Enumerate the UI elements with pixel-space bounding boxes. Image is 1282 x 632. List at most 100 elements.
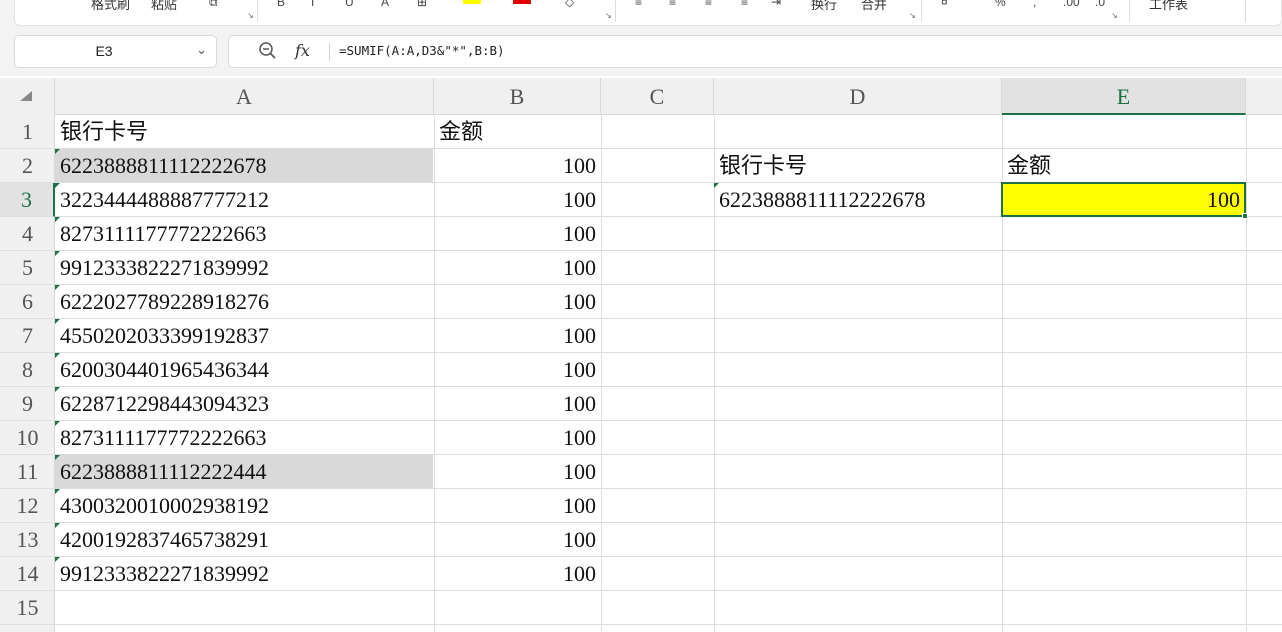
worksheet-label[interactable]: 工作表 (1149, 0, 1188, 13)
clipboard-launcher-icon[interactable]: ↘ (247, 12, 254, 20)
currency-icon[interactable]: ¤ (941, 0, 948, 8)
row-header-11[interactable]: 11 (0, 455, 55, 489)
cell-value: 100 (563, 425, 596, 450)
merge-label[interactable]: 合并 (861, 0, 887, 13)
cell-a13[interactable]: 4200192837465738291 (55, 523, 433, 556)
font-launcher-icon[interactable]: ↘ (605, 12, 612, 20)
cell-b13[interactable]: 100 (434, 523, 600, 556)
column-header-b[interactable]: B (434, 78, 601, 115)
cell-value: 100 (563, 255, 596, 280)
font-color-icon[interactable] (513, 0, 531, 4)
increase-decimal-icon[interactable]: .00 (1063, 0, 1080, 8)
row-header-3[interactable]: 3 (0, 183, 55, 217)
cell-b8[interactable]: 100 (434, 353, 600, 386)
cell-value: 100 (563, 187, 596, 212)
gridline (601, 115, 602, 632)
cell-b5[interactable]: 100 (434, 251, 600, 284)
number-launcher-icon[interactable]: ↘ (1111, 12, 1118, 20)
cell-value: 100 (563, 527, 596, 552)
cell-b9[interactable]: 100 (434, 387, 600, 420)
name-box-value[interactable]: E3 (15, 43, 193, 59)
cell-value: 6223888811112222444 (60, 459, 267, 484)
cell-value: 4550202033399192837 (60, 323, 269, 348)
cell-a4[interactable]: 8273111177772222663 (55, 217, 433, 250)
cell-b14[interactable]: 100 (434, 557, 600, 590)
paste-label[interactable]: 粘贴 (151, 0, 177, 13)
cell-a10[interactable]: 8273111177772222663 (55, 421, 433, 454)
row-header-8[interactable]: 8 (0, 353, 55, 387)
cell-b10[interactable]: 100 (434, 421, 600, 454)
number-as-text-indicator-icon (714, 183, 719, 188)
cell-a1[interactable]: 银行卡号 (55, 115, 433, 148)
cell-d2[interactable]: 银行卡号 (714, 149, 1001, 182)
decrease-decimal-icon[interactable]: .0 (1095, 0, 1105, 8)
format-painter-label[interactable]: 格式刷 (91, 0, 130, 13)
cell-b4[interactable]: 100 (434, 217, 600, 250)
cell-a2[interactable]: 6223888811112222678 (55, 149, 433, 182)
cell-b2[interactable]: 100 (434, 149, 600, 182)
cell-b3[interactable]: 100 (434, 183, 600, 216)
cell-b1[interactable]: 金额 (434, 115, 600, 148)
strikethrough-icon[interactable]: A (381, 0, 389, 8)
align-top-icon[interactable]: ≡ (635, 0, 642, 8)
border-icon[interactable]: ⊞ (417, 0, 427, 8)
cell-b6[interactable]: 100 (434, 285, 600, 318)
italic-icon[interactable]: I (311, 0, 314, 8)
row-header-1[interactable]: 1 (0, 115, 55, 149)
cell-a12[interactable]: 4300320010002938192 (55, 489, 433, 522)
cell-a14[interactable]: 9912333822271839992 (55, 557, 433, 590)
row-header-10[interactable]: 10 (0, 421, 55, 455)
formula-input-area[interactable]: fx =SUMIF(A:A,D3&"*",B:B) (228, 35, 1282, 68)
cell-b11[interactable]: 100 (434, 455, 600, 488)
insert-function-icon[interactable]: fx (295, 41, 310, 60)
underline-icon[interactable]: U (345, 0, 354, 8)
row-header-14[interactable]: 14 (0, 557, 55, 591)
align-left-icon[interactable]: ≡ (741, 0, 748, 8)
row-header-13[interactable]: 13 (0, 523, 55, 557)
column-header-c[interactable]: C (601, 78, 714, 115)
row-header-9[interactable]: 9 (0, 387, 55, 421)
clear-format-icon[interactable]: ◇ (565, 0, 574, 8)
percent-icon[interactable]: % (995, 0, 1006, 8)
cell-value: 100 (563, 561, 596, 586)
cell-a9[interactable]: 6228712298443094323 (55, 387, 433, 420)
cell-a11[interactable]: 6223888811112222444 (55, 455, 433, 488)
fill-color-icon[interactable] (463, 0, 481, 4)
align-middle-icon[interactable]: ≡ (669, 0, 676, 8)
wrap-text-label[interactable]: 换行 (811, 0, 837, 13)
column-header-a[interactable]: A (55, 78, 434, 115)
cell-a6[interactable]: 6222027789228918276 (55, 285, 433, 318)
row-header-12[interactable]: 12 (0, 489, 55, 523)
cell-a5[interactable]: 9912333822271839992 (55, 251, 433, 284)
bold-icon[interactable]: B (277, 0, 285, 8)
chevron-down-icon[interactable]: ⌄ (196, 42, 207, 58)
column-header-d[interactable]: D (714, 78, 1002, 115)
select-all-button[interactable] (0, 78, 55, 115)
cell-b7[interactable]: 100 (434, 319, 600, 352)
cell-a7[interactable]: 4550202033399192837 (55, 319, 433, 352)
cell-b12[interactable]: 100 (434, 489, 600, 522)
row-header-4[interactable]: 4 (0, 217, 55, 251)
column-header-e[interactable]: E (1002, 78, 1246, 115)
row-header-7[interactable]: 7 (0, 319, 55, 353)
fill-handle[interactable] (1242, 213, 1248, 219)
row-header-5[interactable]: 5 (0, 251, 55, 285)
row-header-15[interactable]: 15 (0, 591, 55, 625)
row-header-2[interactable]: 2 (0, 149, 55, 183)
comma-style-icon[interactable]: , (1033, 0, 1036, 8)
copy-icon[interactable]: ⧉ (209, 0, 218, 8)
formula-input[interactable]: =SUMIF(A:A,D3&"*",B:B) (339, 43, 505, 58)
alignment-launcher-icon[interactable]: ↘ (909, 12, 916, 20)
cell-d3[interactable]: 6223888811112222678 (714, 183, 1001, 216)
zoom-out-icon[interactable] (257, 40, 279, 62)
row-header-6[interactable]: 6 (0, 285, 55, 319)
cell-a3[interactable]: 3223444488887777212 (55, 183, 433, 216)
align-bottom-icon[interactable]: ≡ (705, 0, 712, 8)
name-box[interactable]: E3 ⌄ (14, 35, 217, 68)
cell-area[interactable]: 银行卡号 金额 6223888811112222678 100 322344448888… (55, 115, 1282, 632)
cell-a8[interactable]: 6200304401965436344 (55, 353, 433, 386)
cell-value: 9912333822271839992 (60, 255, 269, 280)
column-headers: A B C D E (0, 78, 1282, 115)
cell-e2[interactable]: 金额 (1002, 149, 1245, 182)
indent-icon[interactable]: ⇥ (771, 0, 781, 8)
